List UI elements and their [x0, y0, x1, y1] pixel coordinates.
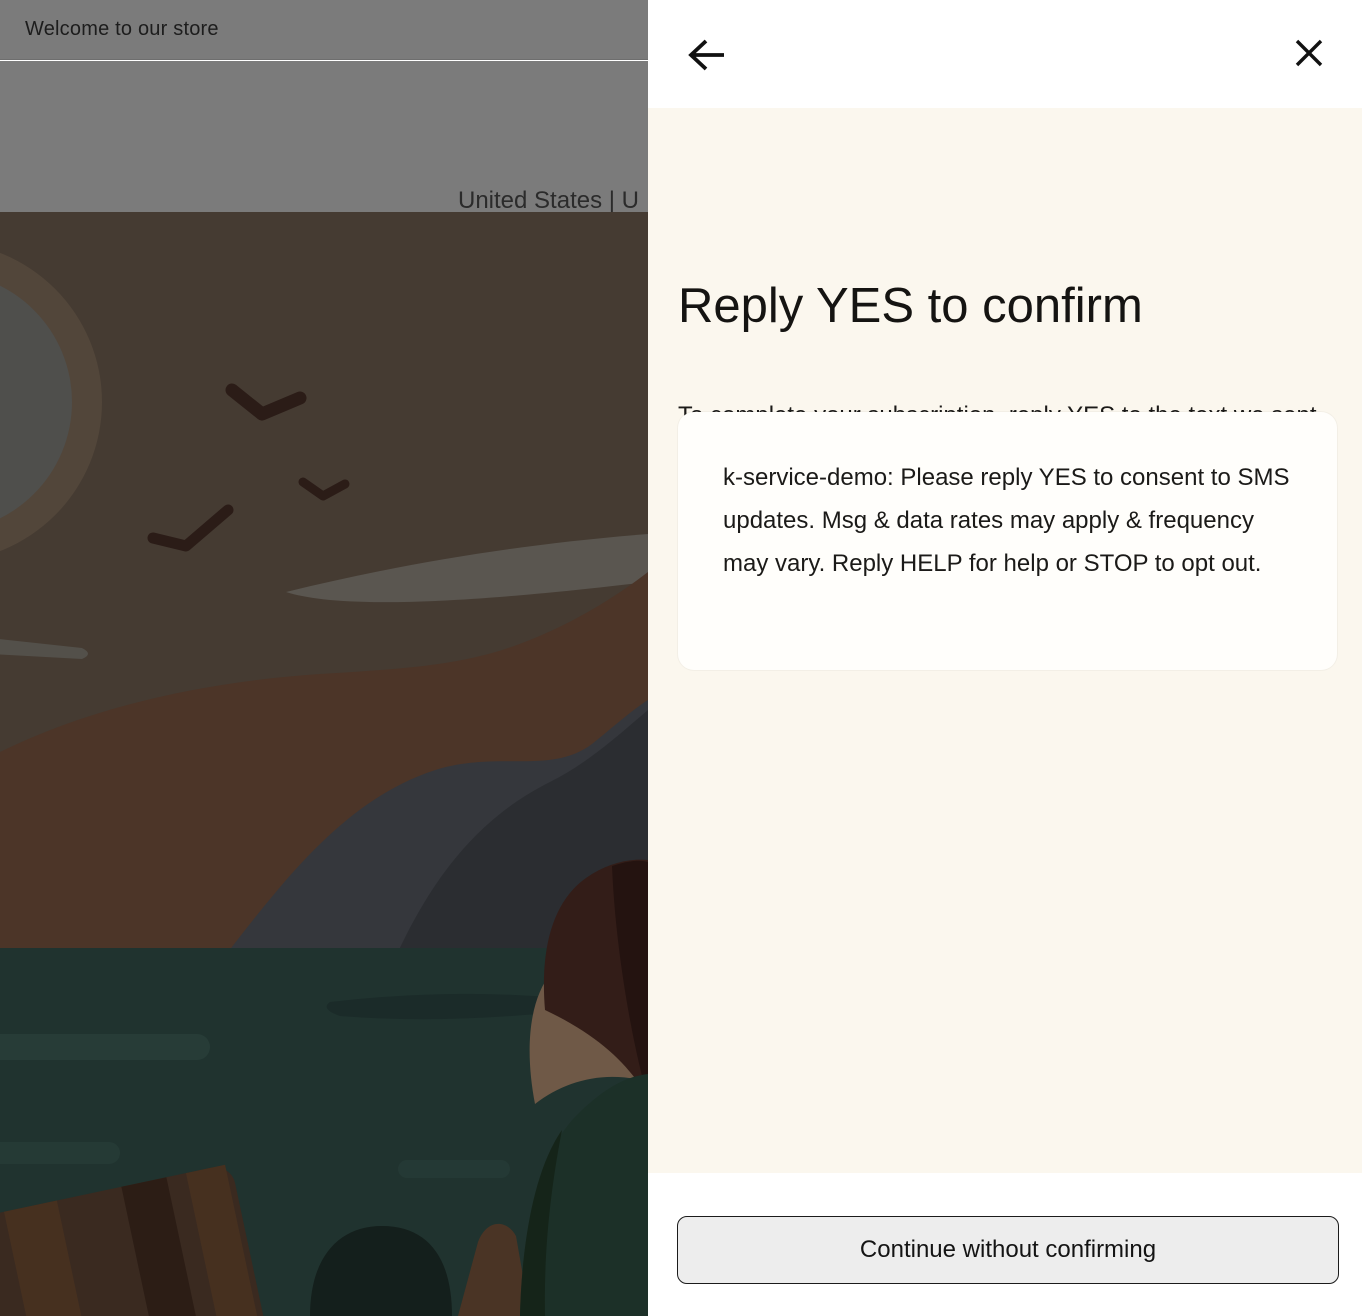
- hero-illustration: [0, 212, 648, 1316]
- store-header: United States | U: [0, 61, 648, 212]
- back-arrow-icon: [686, 62, 728, 77]
- announcement-bar: Welcome to our store: [0, 0, 648, 60]
- sms-message-card: k-service-demo: Please reply YES to cons…: [678, 412, 1337, 670]
- locale-selector[interactable]: United States | U: [458, 187, 639, 215]
- sms-message-text: k-service-demo: Please reply YES to cons…: [723, 456, 1292, 585]
- subscription-modal: Reply YES to confirm To complete your su…: [648, 0, 1362, 1316]
- modal-footer: Continue without confirming: [648, 1173, 1362, 1316]
- modal-body: Reply YES to confirm To complete your su…: [648, 108, 1362, 1173]
- back-button[interactable]: [682, 32, 732, 81]
- modal-header: [648, 0, 1362, 108]
- hero-section: ur latest products Shop all: [0, 212, 648, 1316]
- close-icon: [1292, 58, 1326, 73]
- store-page: Welcome to our store United States | U: [0, 0, 648, 1316]
- continue-without-confirming-button[interactable]: Continue without confirming: [677, 1216, 1339, 1284]
- screen: Welcome to our store United States | U: [0, 0, 1362, 1316]
- modal-title: Reply YES to confirm: [678, 278, 1143, 334]
- announcement-text: Welcome to our store: [25, 18, 219, 41]
- close-button[interactable]: [1288, 32, 1330, 77]
